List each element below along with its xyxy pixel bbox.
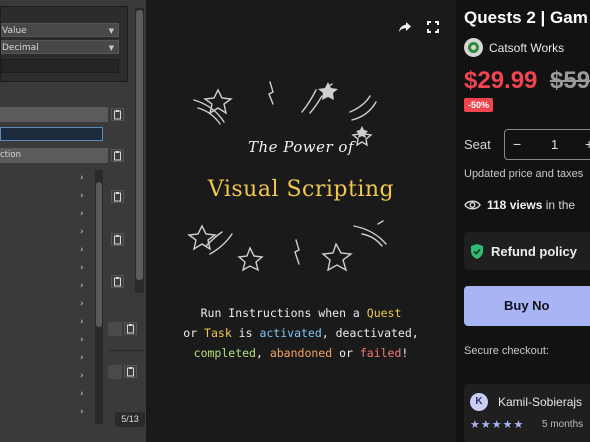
- value-dropdown-label: Value: [2, 26, 27, 36]
- clipboard-icon: [124, 322, 137, 335]
- hero-text-line-1: Run Instructions when a Quest: [146, 306, 456, 320]
- reviewer-name[interactable]: Kamil-Sobierajs: [498, 395, 582, 409]
- seat-decrement-button[interactable]: −: [513, 136, 521, 152]
- hero-text-completed: completed: [193, 346, 256, 360]
- sale-price: $29.99: [464, 67, 538, 94]
- editor-top-panel: Value ▼ Decimal ▼: [0, 6, 128, 82]
- chevron-right-icon: ›: [80, 407, 84, 417]
- hero-text-quest: Quest: [366, 306, 402, 320]
- product-title: Quests 2 | Gam: [464, 8, 588, 27]
- hero-subtitle: The Power of: [247, 138, 355, 156]
- eye-icon: [464, 200, 481, 210]
- price-note: Updated price and taxes: [464, 168, 584, 180]
- editor-row-action: ction: [0, 148, 108, 163]
- editor-cell: [108, 322, 122, 336]
- hero-text: Run Instructions when a: [200, 306, 367, 320]
- shield-check-icon: [471, 243, 483, 259]
- clipboard-icon: [111, 108, 124, 121]
- chevron-right-icon: ›: [80, 317, 84, 327]
- chevron-down-icon: ▼: [108, 44, 114, 52]
- review-stars: ★★★★★: [470, 419, 525, 431]
- chevron-right-icon: ›: [80, 371, 84, 381]
- discount-badge: -50%: [464, 98, 494, 112]
- editor-scroll-thumb: [96, 182, 102, 327]
- chevron-right-icon: ›: [80, 245, 84, 255]
- editor-row: [0, 107, 108, 122]
- secure-checkout-label: Secure checkout:: [464, 345, 549, 357]
- gallery-counter: 5/13: [115, 412, 145, 427]
- editor-row-label: ction: [0, 150, 21, 160]
- clipboard-icon: [111, 149, 124, 162]
- seat-label: Seat: [464, 137, 491, 152]
- product-panel: Quests 2 | Gam Catsoft Works $29.99 $59 …: [456, 0, 590, 442]
- hero-text: ,: [321, 326, 336, 340]
- editor-selected-field: [0, 127, 103, 141]
- reviewer-avatar: K: [470, 393, 488, 411]
- editor-scroll-thumb: [136, 10, 143, 280]
- hero-text-task: Task: [204, 326, 232, 340]
- hero-text: !: [401, 346, 409, 360]
- chevron-right-icon: ›: [80, 299, 84, 309]
- hero-text-failed: failed: [359, 346, 402, 360]
- seller-link[interactable]: Catsoft Works: [464, 38, 564, 57]
- clipboard-icon: [111, 275, 124, 288]
- editor-cell: [108, 365, 122, 379]
- hero-text-abandoned: abandoned: [269, 346, 333, 360]
- original-price: $59: [550, 67, 590, 94]
- clipboard-icon: [111, 190, 124, 203]
- refund-policy-label: Refund policy: [491, 243, 577, 259]
- doodle-decoration: [187, 81, 387, 272]
- hero-text: or: [332, 346, 360, 360]
- seat-stepper: − 1 +: [504, 129, 590, 160]
- hero-title: Visual Scripting: [207, 177, 395, 202]
- hero-text: is: [231, 326, 260, 340]
- hero-text: or: [183, 326, 205, 340]
- hero-text-line-2: or Task is activated, deactivated,: [146, 326, 456, 340]
- refund-policy-button[interactable]: Refund policy: [464, 232, 590, 270]
- hero-text-activated: activated: [259, 326, 322, 340]
- hero-text-line-3: completed, abandoned or failed!: [146, 346, 456, 360]
- divider: [108, 350, 144, 351]
- seat-quantity[interactable]: 1: [551, 137, 558, 152]
- decimal-dropdown-label: Decimal: [2, 43, 39, 53]
- chevron-right-icon: ›: [80, 209, 84, 219]
- buy-now-button[interactable]: Buy No: [464, 286, 590, 326]
- views-count: 118 views in the: [464, 198, 575, 212]
- chevron-right-icon: ›: [80, 353, 84, 363]
- review-date: 5 months: [542, 419, 584, 430]
- review-card: K Kamil-Sobierajs ★★★★★ 5 months: [464, 384, 590, 442]
- hero-text-deactivated: deactivated: [335, 326, 412, 340]
- hero-text: ,: [255, 346, 270, 360]
- seller-name: Catsoft Works: [489, 40, 565, 55]
- decimal-dropdown: Decimal ▼: [1, 40, 119, 54]
- views-number: 118 views: [487, 198, 543, 212]
- chevron-right-icon: ›: [80, 191, 84, 201]
- hero-image: The Power of Visual Scripting Run Instru…: [146, 0, 456, 442]
- media-gallery: Value ▼ Decimal ▼ ction › › › › › › › › …: [0, 0, 456, 442]
- seat-increment-button[interactable]: +: [585, 136, 590, 152]
- hero-text: ,: [411, 326, 419, 340]
- clipboard-icon: [111, 233, 124, 246]
- chevron-right-icon: ›: [80, 281, 84, 291]
- chevron-right-icon: ›: [80, 227, 84, 237]
- chevron-right-icon: ›: [80, 389, 84, 399]
- seller-logo: [464, 38, 483, 57]
- chevron-right-icon: ›: [80, 263, 84, 273]
- chevron-down-icon: ▼: [108, 27, 114, 35]
- value-dropdown: Value ▼: [1, 23, 119, 37]
- clipboard-icon: [124, 365, 137, 378]
- chevron-right-icon: ›: [80, 335, 84, 345]
- editor-field: [1, 59, 119, 73]
- views-suffix: in the: [542, 198, 576, 212]
- chevron-right-icon: ›: [80, 173, 84, 183]
- editor-screenshot: Value ▼ Decimal ▼ ction › › › › › › › › …: [0, 0, 146, 442]
